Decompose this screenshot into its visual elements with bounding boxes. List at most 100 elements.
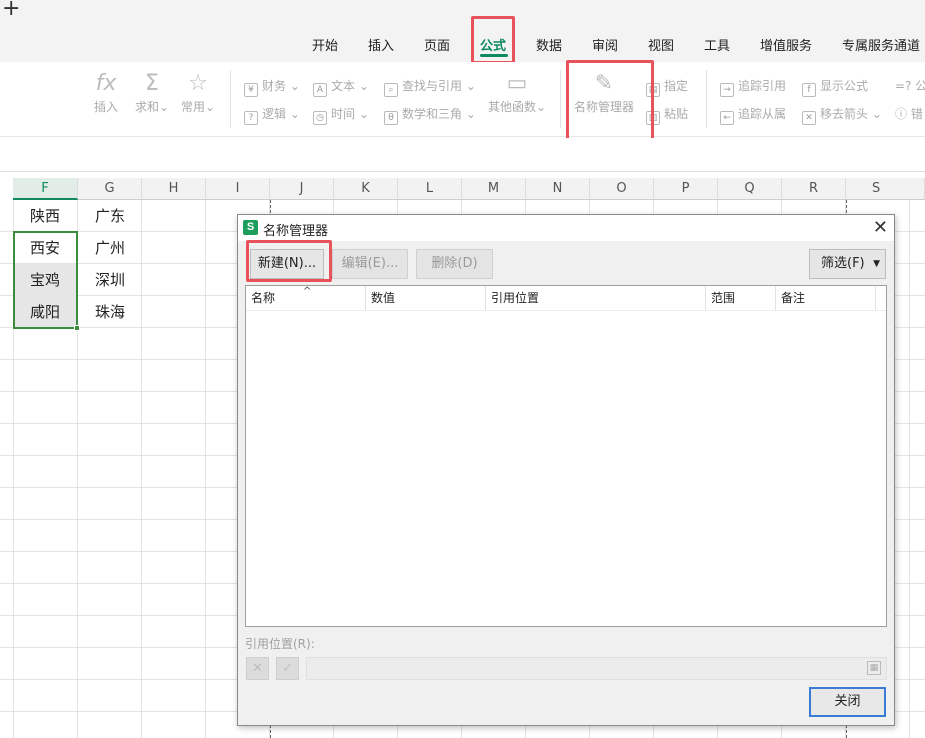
tab-view[interactable]: 视图 (648, 35, 674, 54)
show-formulas-icon: f (802, 83, 816, 97)
column-header-o[interactable]: O (590, 178, 654, 200)
time-button[interactable]: ◷ 时间 ⌄ (313, 105, 369, 125)
clock-icon: ◷ (313, 111, 327, 125)
math-icon: θ (384, 111, 398, 125)
column-scope[interactable]: 范围 (706, 286, 776, 310)
formula-tab-highlight (471, 16, 515, 64)
tab-review[interactable]: 审阅 (592, 35, 618, 54)
ribbon-separator (560, 70, 561, 128)
tab-page[interactable]: 页面 (424, 35, 450, 54)
column-header-k[interactable]: K (334, 178, 398, 200)
cell-f1[interactable]: 陕西 (13, 200, 77, 232)
cell-g4[interactable]: 珠海 (78, 296, 142, 328)
new-button-highlight (246, 240, 332, 282)
other-functions-button[interactable]: ▭ 其他函数⌄ (484, 70, 550, 115)
error-check-button[interactable]: ⓘ 错 (895, 105, 923, 122)
lookup-icon: ⌕ (384, 83, 398, 97)
trace-precedents-icon: → (720, 83, 734, 97)
tab-exclusive-service[interactable]: 专属服务通道 (842, 35, 920, 54)
names-list[interactable]: 名称 ^ 数值 引用位置 范围 备注 (245, 285, 887, 627)
cancel-reference-button[interactable]: ✕ (246, 657, 269, 680)
ribbon-separator (230, 70, 231, 128)
close-icon[interactable]: ✕ (873, 217, 888, 238)
name-manager-highlight (566, 60, 654, 142)
column-header-r[interactable]: R (782, 178, 846, 200)
sigma-icon: Σ (145, 71, 159, 96)
top-bar: + 开始 插入 页面 公式 数据 审阅 视图 工具 增值服务 专属服务通道 (0, 0, 925, 62)
ribbon-separator (706, 70, 707, 128)
other-functions-icon: ▭ (506, 71, 528, 96)
column-header-i[interactable]: I (206, 178, 270, 200)
dialog-title-bar[interactable]: S 名称管理器 ✕ (238, 215, 894, 241)
list-header-divider (246, 310, 886, 311)
range-select-icon[interactable]: ▦ (867, 661, 881, 675)
sum-button[interactable]: Σ 求和⌄ (132, 70, 172, 115)
dialog-title: 名称管理器 (263, 224, 329, 239)
column-header-m[interactable]: M (462, 178, 526, 200)
other-functions-label: 其他函数⌄ (487, 100, 547, 114)
fx-icon: fx (95, 71, 117, 96)
logic-button[interactable]: ? 逻辑 ⌄ (244, 105, 300, 125)
cell-g2[interactable]: 广州 (78, 232, 142, 264)
common-button[interactable]: ☆ 常用⌄ (178, 70, 218, 115)
text-button[interactable]: A 文本 ⌄ (313, 77, 369, 97)
tab-start[interactable]: 开始 (312, 35, 338, 54)
ribbon-tabs: 开始 插入 页面 公式 数据 审阅 视图 工具 增值服务 专属服务通道 (0, 30, 925, 58)
column-header-f[interactable]: F (13, 178, 78, 200)
name-manager-dialog: S 名称管理器 ✕ 新建(N)... 编辑(E)... 删除(D) 筛选(F) ▼… (237, 214, 895, 726)
tab-data[interactable]: 数据 (536, 35, 562, 54)
column-header-n[interactable]: N (526, 178, 590, 200)
dropdown-arrow-icon: ▼ (873, 259, 880, 269)
filter-button[interactable]: 筛选(F) ▼ (809, 249, 886, 279)
finance-button[interactable]: ¥ 财务 ⌄ (244, 77, 300, 97)
math-button[interactable]: θ 数学和三角 ⌄ (384, 105, 476, 125)
error-check-icon: ⓘ (895, 107, 911, 121)
star-icon: ☆ (188, 71, 208, 96)
sort-caret-icon: ^ (303, 286, 312, 297)
remove-arrows-button[interactable]: ✕ 移去箭头 ⌄ (802, 105, 882, 125)
column-refers-to[interactable]: 引用位置 (486, 286, 706, 310)
insert-function-label: 插入 (93, 100, 118, 114)
ribbon-toolbar: fx 插入 Σ 求和⌄ ☆ 常用⌄ ¥ 财务 ⌄ ? 逻辑 ⌄ A 文本 ⌄ ◷ 时间 … (0, 62, 925, 137)
evaluate-formula-button[interactable]: =? 公 (895, 77, 925, 94)
trace-precedents-button[interactable]: → 追踪引用 (720, 77, 786, 97)
filter-label: 筛选(F) (821, 256, 865, 271)
formula-bar[interactable] (0, 138, 925, 172)
finance-icon: ¥ (244, 83, 258, 97)
trace-dependents-icon: ← (720, 111, 734, 125)
column-header-q[interactable]: Q (718, 178, 782, 200)
cell-g3[interactable]: 深圳 (78, 264, 142, 296)
logic-icon: ? (244, 111, 258, 125)
column-value[interactable]: 数值 (366, 286, 486, 310)
insert-function-button[interactable]: fx 插入 (88, 70, 124, 115)
fill-handle[interactable] (74, 325, 80, 331)
refers-to-label: 引用位置(R): (245, 637, 315, 651)
remove-arrows-icon: ✕ (802, 111, 816, 125)
tab-tools[interactable]: 工具 (704, 35, 730, 54)
column-comment[interactable]: 备注 (776, 286, 876, 310)
delete-button[interactable]: 删除(D) (416, 249, 493, 279)
sum-label: 求和⌄ (134, 100, 170, 114)
refers-to-input[interactable]: ▦ (306, 657, 887, 680)
close-button[interactable]: 关闭 (809, 687, 886, 717)
tab-insert[interactable]: 插入 (368, 35, 394, 54)
column-header-j[interactable]: J (270, 178, 334, 200)
column-header-l[interactable]: L (398, 178, 462, 200)
show-formulas-button[interactable]: f 显示公式 (802, 77, 868, 97)
column-header-g[interactable]: G (78, 178, 142, 200)
common-label: 常用⌄ (180, 100, 216, 114)
column-name[interactable]: 名称 ^ (246, 286, 366, 310)
cell-g1[interactable]: 广东 (78, 200, 142, 232)
confirm-reference-button[interactable]: ✓ (276, 657, 299, 680)
column-header-h[interactable]: H (142, 178, 206, 200)
column-header-s[interactable]: S (846, 178, 925, 200)
tab-value-added[interactable]: 增值服务 (760, 35, 812, 54)
edit-button[interactable]: 编辑(E)... (332, 249, 408, 279)
wps-logo-icon: S (243, 220, 258, 235)
trace-dependents-button[interactable]: ← 追踪从属 (720, 105, 786, 125)
new-tab-plus-icon[interactable]: + (2, 0, 20, 21)
lookup-button[interactable]: ⌕ 查找与引用 ⌄ (384, 77, 476, 97)
column-header-p[interactable]: P (654, 178, 718, 200)
selection-range (13, 231, 78, 329)
text-icon: A (313, 83, 327, 97)
